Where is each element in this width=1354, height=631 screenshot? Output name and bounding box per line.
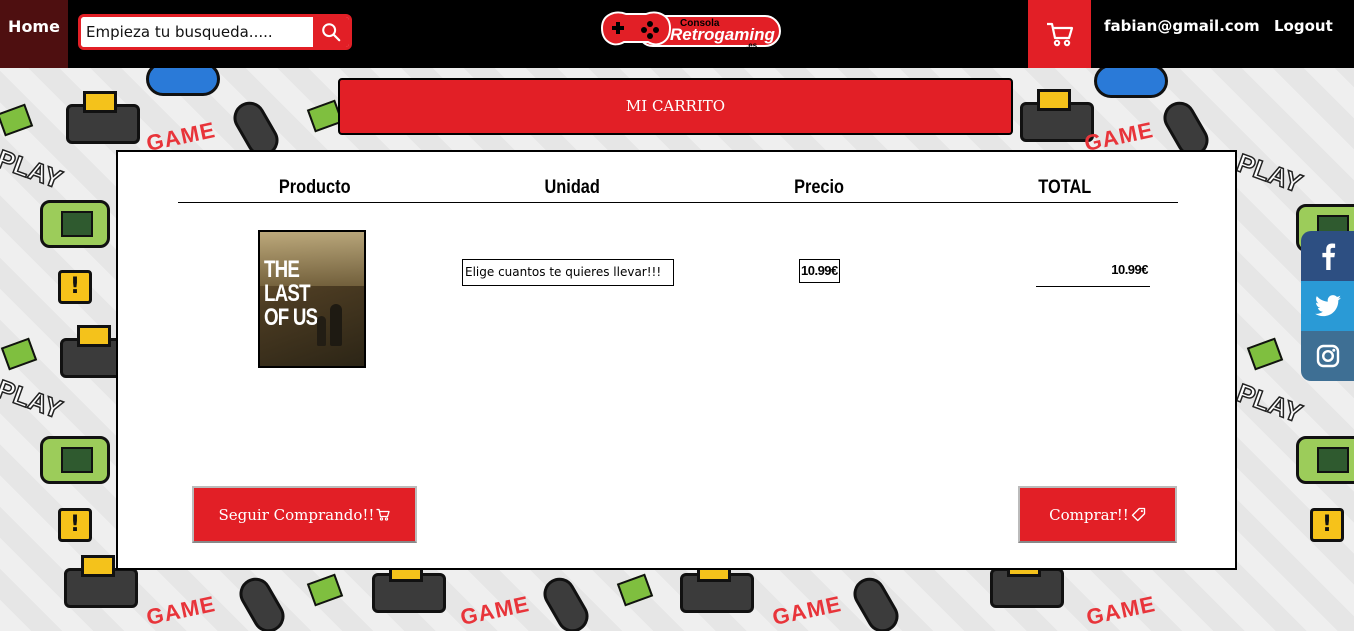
logout-link[interactable]: Logout <box>1274 17 1333 35</box>
game-word-decoration: GAME <box>1084 591 1158 631</box>
table-header: Producto Unidad Precio TOTAL <box>178 177 1178 203</box>
remote-illustration <box>233 571 291 631</box>
play-word-decoration: PLAY <box>0 143 67 196</box>
search-bar <box>78 14 352 50</box>
instagram-icon <box>1316 344 1339 368</box>
search-input[interactable] <box>81 17 317 47</box>
console-illustration <box>372 560 446 613</box>
logo-suffix-text: .es <box>746 41 758 50</box>
tag-icon <box>1131 507 1146 522</box>
user-email[interactable]: fabian@gmail.com <box>1104 17 1260 35</box>
play-word-decoration: PLAY <box>0 373 67 426</box>
column-header-price: Precio <box>794 177 845 198</box>
cart-button[interactable] <box>1028 0 1091 68</box>
page-title: MI CARRITO <box>338 78 1013 135</box>
cartridge-illustration <box>0 103 34 137</box>
top-navbar: Home Consola Retrogaming .es fabian@gmai… <box>0 0 1354 68</box>
instagram-link[interactable] <box>1301 331 1354 381</box>
twitter-link[interactable] <box>1301 281 1354 331</box>
cover-figure <box>317 316 326 346</box>
search-button[interactable] <box>313 17 349 47</box>
play-word-decoration: PLAY <box>1232 147 1307 200</box>
quantity-select[interactable]: Elige cuantos te quieres llevar!!! <box>462 259 674 286</box>
remote-illustration <box>537 571 595 631</box>
controller-illustration <box>1094 68 1168 98</box>
handheld-illustration <box>1296 436 1354 484</box>
column-header-unit: Unidad <box>544 177 600 198</box>
cart-icon <box>1046 22 1073 47</box>
cartridge-illustration <box>616 573 654 607</box>
facebook-icon <box>1321 243 1335 270</box>
column-header-product: Producto <box>278 177 351 198</box>
play-word-decoration: PLAY <box>1232 377 1307 430</box>
game-word-decoration: GAME <box>770 591 844 631</box>
console-illustration <box>990 555 1064 608</box>
logo-big-text: Retrogaming <box>670 25 775 44</box>
cover-figure <box>330 304 342 346</box>
buy-label: Comprar!! <box>1049 505 1129 524</box>
buy-button[interactable]: Comprar!! <box>1018 486 1177 543</box>
game-word-decoration: GAME <box>144 591 218 631</box>
remote-illustration <box>847 571 905 631</box>
handheld-illustration <box>40 436 110 484</box>
search-icon <box>322 23 341 42</box>
twitter-icon <box>1314 295 1341 317</box>
cartridge-illustration <box>306 573 344 607</box>
continue-shopping-label: Seguir Comprando!! <box>218 505 375 524</box>
row-total: 10.99€ <box>1036 259 1150 287</box>
question-block-illustration: ! <box>58 270 92 304</box>
cart-icon <box>376 508 391 521</box>
controller-illustration <box>146 68 220 96</box>
question-block-illustration: ! <box>1310 508 1344 542</box>
cartridge-illustration <box>0 337 38 371</box>
console-illustration <box>64 555 138 608</box>
column-header-total: TOTAL <box>1038 177 1092 198</box>
facebook-link[interactable] <box>1301 231 1354 281</box>
game-word-decoration: GAME <box>458 591 532 631</box>
product-price: 10.99€ <box>799 259 840 283</box>
home-link[interactable]: Home <box>0 0 68 68</box>
site-logo[interactable]: Consola Retrogaming .es <box>598 6 782 52</box>
continue-shopping-button[interactable]: Seguir Comprando!! <box>192 486 417 543</box>
handheld-illustration <box>40 200 110 248</box>
question-block-illustration: ! <box>58 508 92 542</box>
product-image[interactable]: THE LAST OF US <box>258 230 366 368</box>
cartridge-illustration <box>1246 337 1284 371</box>
console-illustration <box>66 91 140 144</box>
console-illustration <box>680 560 754 613</box>
cart-panel: Producto Unidad Precio TOTAL THE LAST OF… <box>116 150 1237 570</box>
